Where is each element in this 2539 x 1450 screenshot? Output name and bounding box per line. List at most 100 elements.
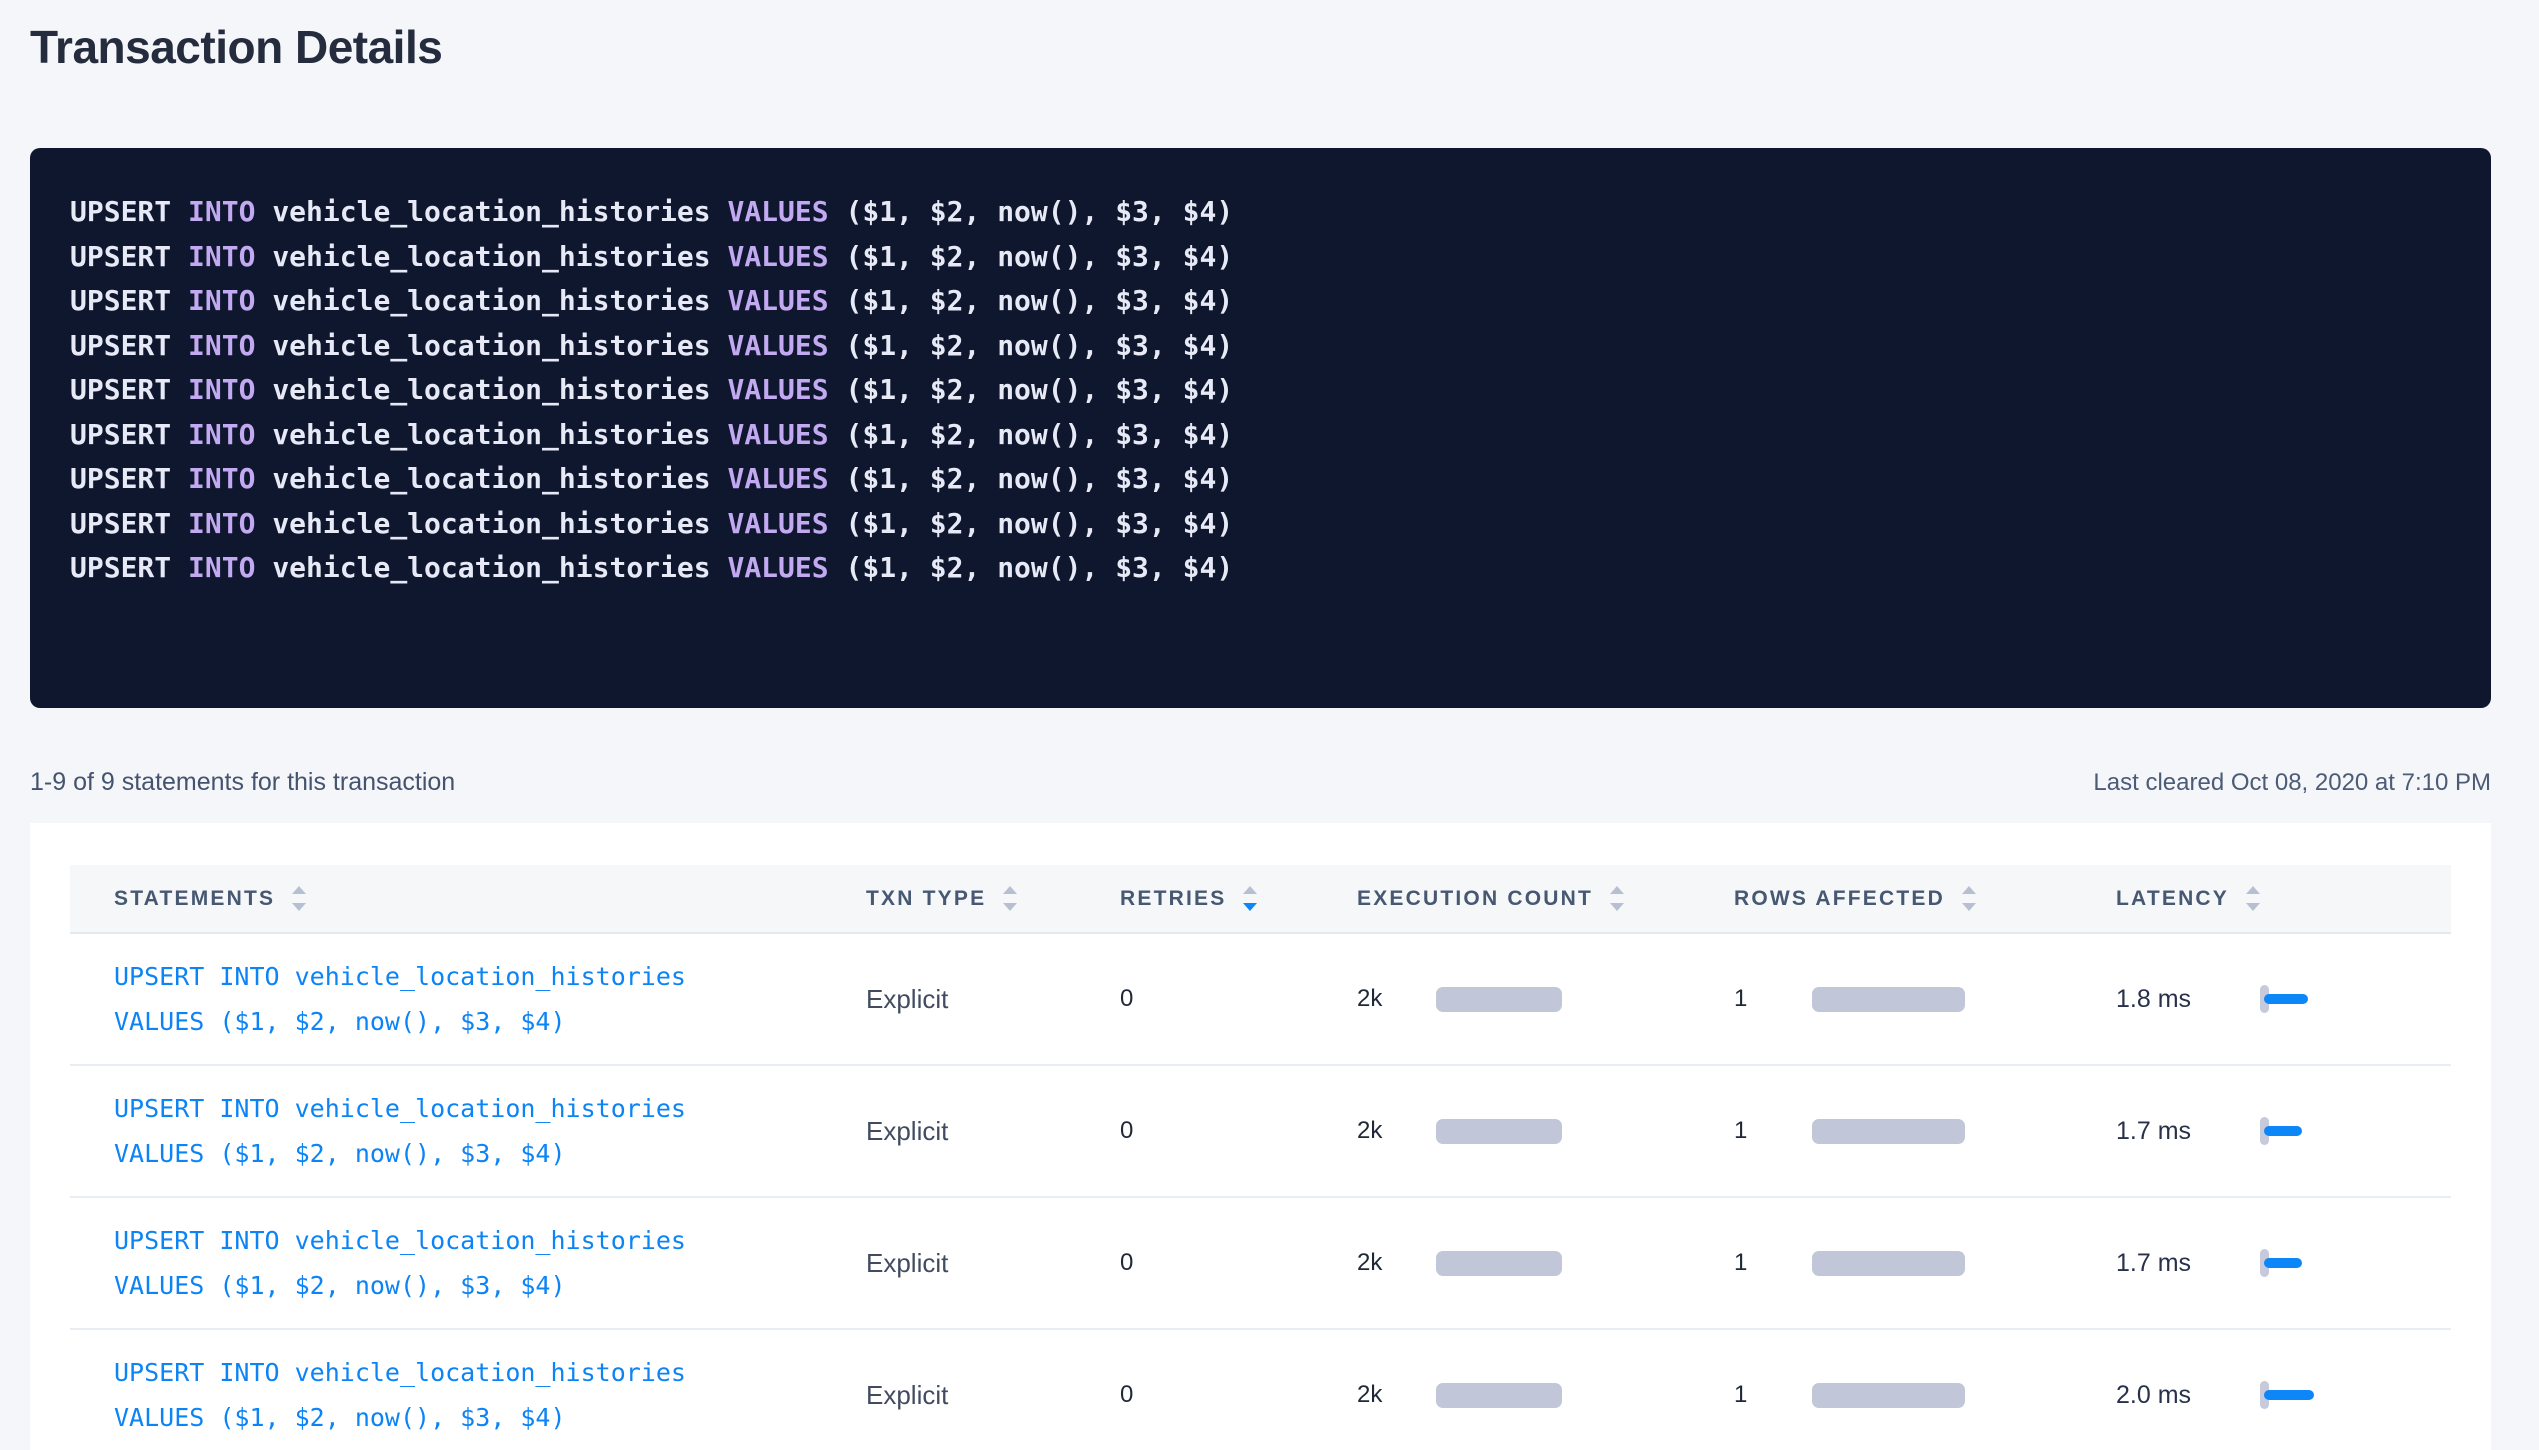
column-header-label: EXECUTION COUNT xyxy=(1357,887,1593,911)
column-header-label: LATENCY xyxy=(2116,887,2229,911)
latency-cell: 2.0 ms xyxy=(2116,1381,2451,1410)
statement-link[interactable]: UPSERT INTO vehicle_location_histories V… xyxy=(70,1218,866,1308)
sort-arrows-icon xyxy=(1610,886,1624,911)
latency-bar xyxy=(2264,1390,2314,1400)
latency-value: 1.7 ms xyxy=(2116,1249,2260,1278)
sql-table-name: vehicle_location_histories xyxy=(272,551,710,584)
latency-cell: 1.7 ms xyxy=(2116,1249,2451,1278)
sql-keyword-upsert: UPSERT xyxy=(70,418,171,451)
latency-bar xyxy=(2264,1126,2302,1136)
sql-args: ($1, $2, now(), $3, $4) xyxy=(845,551,1233,584)
sql-table-name: vehicle_location_histories xyxy=(272,329,710,362)
sql-keyword-into: INTO xyxy=(188,507,255,540)
execution-count-cell: 2k xyxy=(1357,1249,1734,1277)
sql-keyword-values: VALUES xyxy=(727,240,828,273)
sql-statement-line: UPSERT INTO vehicle_location_histories V… xyxy=(70,457,2451,502)
rows-affected-cell: 1 xyxy=(1734,1117,2116,1145)
sql-keyword-upsert: UPSERT xyxy=(70,551,171,584)
sql-table-name: vehicle_location_histories xyxy=(272,195,710,228)
rows-affected-bar xyxy=(1812,987,1965,1012)
sql-statement-line: UPSERT INTO vehicle_location_histories V… xyxy=(70,546,2451,591)
sql-keyword-upsert: UPSERT xyxy=(70,507,171,540)
sql-keyword-into: INTO xyxy=(188,373,255,406)
execution-count-cell: 2k xyxy=(1357,985,1734,1013)
sort-arrows-icon xyxy=(1003,886,1017,911)
column-header-retries[interactable]: RETRIES xyxy=(1120,886,1357,911)
statement-link[interactable]: UPSERT INTO vehicle_location_histories V… xyxy=(70,954,866,1044)
execution-count-bar xyxy=(1436,1119,1562,1144)
rows-affected-cell: 1 xyxy=(1734,1381,2116,1409)
sql-keyword-values: VALUES xyxy=(727,195,828,228)
statement-line-1: UPSERT INTO vehicle_location_histories xyxy=(114,954,866,999)
sql-keyword-into: INTO xyxy=(188,418,255,451)
statement-link[interactable]: UPSERT INTO vehicle_location_histories V… xyxy=(70,1086,866,1176)
sql-args: ($1, $2, now(), $3, $4) xyxy=(845,195,1233,228)
rows-affected-value: 1 xyxy=(1734,1381,1812,1409)
rows-affected-value: 1 xyxy=(1734,1117,1812,1145)
sql-table-name: vehicle_location_histories xyxy=(272,462,710,495)
execution-count-value: 2k xyxy=(1357,1117,1436,1145)
sql-table-name: vehicle_location_histories xyxy=(272,418,710,451)
sql-statement-line: UPSERT INTO vehicle_location_histories V… xyxy=(70,502,2451,547)
column-header-latency[interactable]: LATENCY xyxy=(2116,886,2451,911)
table-row: UPSERT INTO vehicle_location_histories V… xyxy=(70,934,2451,1066)
sql-keyword-values: VALUES xyxy=(727,329,828,362)
execution-count-bar xyxy=(1436,1383,1562,1408)
latency-bar-chart xyxy=(2260,1381,2370,1409)
sort-arrows-icon xyxy=(1243,886,1257,911)
sql-keyword-upsert: UPSERT xyxy=(70,195,171,228)
statement-line-2: VALUES ($1, $2, now(), $3, $4) xyxy=(114,1395,866,1440)
retries-value: 0 xyxy=(1120,1381,1357,1409)
retries-value: 0 xyxy=(1120,985,1357,1013)
sql-statement-line: UPSERT INTO vehicle_location_histories V… xyxy=(70,235,2451,280)
sql-keyword-into: INTO xyxy=(188,551,255,584)
sql-args: ($1, $2, now(), $3, $4) xyxy=(845,240,1233,273)
txn-type-value: Explicit xyxy=(866,1116,1120,1147)
execution-count-cell: 2k xyxy=(1357,1381,1734,1409)
sql-args: ($1, $2, now(), $3, $4) xyxy=(845,373,1233,406)
latency-value: 1.8 ms xyxy=(2116,985,2260,1014)
column-header-execution-count[interactable]: EXECUTION COUNT xyxy=(1357,886,1734,911)
sql-keyword-upsert: UPSERT xyxy=(70,284,171,317)
sort-arrows-icon xyxy=(1962,886,1976,911)
page-title: Transaction Details xyxy=(30,20,2491,74)
sql-table-name: vehicle_location_histories xyxy=(272,240,710,273)
statement-link[interactable]: UPSERT INTO vehicle_location_histories V… xyxy=(70,1350,866,1440)
execution-count-bar xyxy=(1436,987,1562,1012)
sql-args: ($1, $2, now(), $3, $4) xyxy=(845,329,1233,362)
execution-count-cell: 2k xyxy=(1357,1117,1734,1145)
table-row: UPSERT INTO vehicle_location_histories V… xyxy=(70,1066,2451,1198)
execution-count-value: 2k xyxy=(1357,985,1436,1013)
sql-table-name: vehicle_location_histories xyxy=(272,507,710,540)
table-header-row: STATEMENTS TXN TYPE RETRIES EXECUTION CO… xyxy=(70,865,2451,934)
statement-line-2: VALUES ($1, $2, now(), $3, $4) xyxy=(114,1263,866,1308)
rows-affected-value: 1 xyxy=(1734,985,1812,1013)
statement-line-1: UPSERT INTO vehicle_location_histories xyxy=(114,1218,866,1263)
latency-cell: 1.8 ms xyxy=(2116,985,2451,1014)
column-header-rows-affected[interactable]: ROWS AFFECTED xyxy=(1734,886,2116,911)
statement-line-2: VALUES ($1, $2, now(), $3, $4) xyxy=(114,999,866,1044)
execution-count-bar xyxy=(1436,1251,1562,1276)
sql-keyword-values: VALUES xyxy=(727,507,828,540)
execution-count-value: 2k xyxy=(1357,1381,1436,1409)
statement-line-2: VALUES ($1, $2, now(), $3, $4) xyxy=(114,1131,866,1176)
latency-value: 2.0 ms xyxy=(2116,1381,2260,1410)
sql-statement-line: UPSERT INTO vehicle_location_histories V… xyxy=(70,279,2451,324)
sql-args: ($1, $2, now(), $3, $4) xyxy=(845,418,1233,451)
sql-keyword-upsert: UPSERT xyxy=(70,373,171,406)
sql-keyword-values: VALUES xyxy=(727,284,828,317)
latency-bar-chart xyxy=(2260,985,2370,1013)
sort-arrows-icon xyxy=(292,886,306,911)
column-header-label: STATEMENTS xyxy=(114,887,275,911)
latency-bar xyxy=(2264,1258,2302,1268)
sql-statement-line: UPSERT INTO vehicle_location_histories V… xyxy=(70,190,2451,235)
retries-value: 0 xyxy=(1120,1117,1357,1145)
sql-args: ($1, $2, now(), $3, $4) xyxy=(845,284,1233,317)
column-header-statements[interactable]: STATEMENTS xyxy=(70,886,866,911)
sql-keyword-upsert: UPSERT xyxy=(70,329,171,362)
column-header-txn-type[interactable]: TXN TYPE xyxy=(866,886,1120,911)
sql-keyword-into: INTO xyxy=(188,195,255,228)
statements-count: 1-9 of 9 statements for this transaction xyxy=(30,768,455,797)
sql-keyword-values: VALUES xyxy=(727,373,828,406)
txn-type-value: Explicit xyxy=(866,984,1120,1015)
